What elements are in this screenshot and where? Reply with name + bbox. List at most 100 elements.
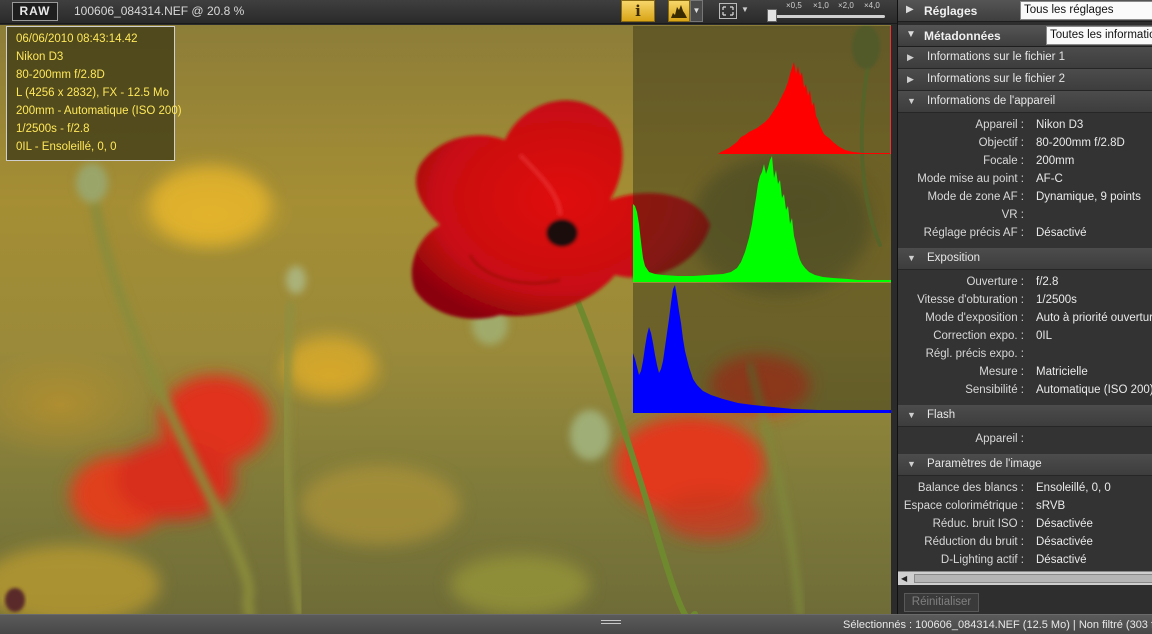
resize-grip-icon[interactable] (601, 620, 621, 628)
zoom-mark: ×1,0 (813, 1, 829, 10)
image-filename: 100606_084314.NEF @ 20.8 % (74, 4, 245, 18)
histogram-blue-plot (633, 285, 891, 413)
info-line-lens: 80-200mm f/2.8D (16, 69, 105, 81)
metadata-group-label: Informations sur le fichier 2 (927, 73, 1066, 85)
metadata-row: Sensibilité : Automatique (ISO 200) (898, 382, 1152, 400)
info-icon: i (635, 2, 641, 20)
metadata-group-header[interactable]: ▶ Informations sur le fichier 1 (898, 47, 1152, 69)
fit-to-screen-button[interactable] (719, 3, 737, 19)
horizontal-scrollbar[interactable]: ◀ (898, 571, 1152, 585)
metadata-row: Mode d'exposition : Auto à priorité ouver… (898, 310, 1152, 328)
histogram-icon (671, 5, 687, 18)
metadata-value: 1/2500s (1036, 294, 1077, 306)
right-panel: ▶ Réglages Tous les réglages ▼ Métadonné… (897, 0, 1152, 614)
histogram-toggle-button[interactable] (668, 0, 690, 22)
reglages-header[interactable]: ▶ Réglages Tous les réglages (898, 0, 1152, 22)
collapsed-triangle-icon: ▶ (906, 4, 914, 15)
status-bar: Sélectionnés : 100606_084314.NEF (12.5 M… (0, 614, 1152, 634)
metadonnees-select[interactable]: Toutes les informations (1046, 26, 1152, 45)
histogram-blue-graph (633, 285, 891, 413)
expanded-triangle-icon: ▼ (907, 253, 916, 263)
metadata-row: Réglage précis AF : Désactivé (898, 225, 1152, 243)
histogram-dropdown-button[interactable]: ▼ (690, 0, 703, 22)
metadata-row: Ouverture : f/2.8 (898, 274, 1152, 292)
metadata-group-header[interactable]: ▼ Exposition (898, 248, 1152, 270)
metadata-group-header[interactable]: ▼ Paramètres de l'image (898, 454, 1152, 476)
metadata-key: Correction expo. : (933, 330, 1024, 342)
metadata-row: Vitesse d'obturation : 1/2500s (898, 292, 1152, 310)
metadata-list: ▶ Informations sur le fichier 1 ▶ Informati… (898, 47, 1152, 571)
metadata-key: Objectif : (978, 137, 1024, 149)
info-line-wb: 0IL - Ensoleillé, 0, 0 (16, 141, 117, 153)
fit-screen-icon (722, 6, 734, 16)
metadata-value: Matricielle (1036, 366, 1088, 378)
image-toolbar: RAW 100606_084314.NEF @ 20.8 % i ▼ ▼ ×0,… (0, 0, 897, 24)
expanded-triangle-icon: ▼ (906, 29, 916, 40)
zoom-mark: ×0,5 (786, 1, 802, 10)
metadata-row: D-Lighting actif : Désactivé (898, 552, 1152, 570)
metadata-row: Mesure : Matricielle (898, 364, 1152, 382)
metadata-value: f/2.8 (1036, 276, 1059, 288)
reglages-select[interactable]: Tous les réglages (1020, 1, 1152, 20)
metadata-key: Appareil : (975, 433, 1024, 445)
metadata-key: Réglage précis AF : (923, 227, 1024, 239)
info-line-exposure: 1/2500s - f/2.8 (16, 123, 90, 135)
metadata-key: Mode d'exposition : (925, 312, 1024, 324)
info-line-date: 06/06/2010 08:43:14.42 (16, 33, 138, 45)
metadata-key: Mode de zone AF : (927, 191, 1024, 203)
metadata-value: Désactivé (1036, 227, 1087, 239)
fit-dropdown-icon[interactable]: ▼ (741, 5, 749, 14)
info-line-size: L (4256 x 2832), FX - 12.5 Mo (16, 87, 169, 99)
zoom-thumb[interactable] (767, 9, 777, 22)
expanded-triangle-icon: ▼ (907, 96, 916, 106)
metadata-key: Focale : (983, 155, 1024, 167)
zoom-scale-labels: ×0,5 ×1,0 ×2,0 ×4,0 (766, 1, 891, 11)
metadata-group-label: Informations de l'appareil (927, 95, 1056, 107)
metadata-row: Balance des blancs : Ensoleillé, 0, 0 (898, 480, 1152, 498)
metadata-row: Réduction du bruit : Désactivée (898, 534, 1152, 552)
scrollbar-thumb[interactable] (914, 574, 1152, 583)
metadata-row: Objectif : 80-200mm f/2.8D (898, 135, 1152, 153)
metadata-value: Automatique (ISO 200) (1036, 384, 1152, 396)
info-line-focal-iso: 200mm - Automatique (ISO 200) (16, 105, 182, 117)
metadata-value: Désactivé (1036, 554, 1087, 566)
metadata-group-label: Flash (927, 409, 956, 421)
metadata-key: Mesure : (979, 366, 1024, 378)
metadata-value: Auto à priorité ouverture (1036, 312, 1152, 324)
metadata-group-header[interactable]: ▼ Flash (898, 405, 1152, 427)
metadata-row: Espace colorimétrique : sRVB (898, 498, 1152, 516)
info-line-camera: Nikon D3 (16, 51, 64, 63)
histogram-green (633, 154, 891, 282)
histogram-blue (633, 283, 891, 413)
metadata-key: VR : (1001, 209, 1024, 221)
zoom-mark: ×2,0 (838, 1, 854, 10)
metadata-row: VR : (898, 207, 1152, 225)
zoom-slider[interactable]: ×0,5 ×1,0 ×2,0 ×4,0 (766, 1, 891, 23)
metadata-group-label: Informations sur le fichier 1 (927, 51, 1066, 63)
metadata-key: Balance des blancs : (917, 482, 1024, 494)
zoom-mark: ×4,0 (864, 1, 880, 10)
metadata-row: Réduc. bruit ISO : Désactivée (898, 516, 1152, 534)
shooting-info-overlay: 06/06/2010 08:43:14.42 Nikon D3 80-200mm… (6, 26, 182, 161)
metadata-value: Dynamique, 9 points (1036, 191, 1141, 203)
info-toggle-button[interactable]: i (621, 0, 655, 22)
metadata-row: Régl. précis expo. : (898, 346, 1152, 364)
metadata-row: Appareil : (898, 431, 1152, 449)
zoom-track[interactable] (772, 15, 885, 18)
reglages-title: Réglages (924, 4, 978, 18)
metadata-key: Sensibilité : (965, 384, 1024, 396)
metadata-group-label: Exposition (927, 252, 981, 264)
expanded-triangle-icon: ▼ (907, 410, 916, 420)
metadata-value: sRVB (1036, 500, 1066, 512)
metadonnees-header[interactable]: ▼ Métadonnées Toutes les informations (898, 25, 1152, 47)
scroll-left-icon[interactable]: ◀ (901, 574, 907, 583)
reset-button[interactable]: Réinitialiser (904, 593, 979, 612)
metadata-row: Appareil : Nikon D3 (898, 117, 1152, 135)
metadata-key: D-Lighting actif : (940, 554, 1024, 566)
metadata-key: Réduc. bruit ISO : (932, 518, 1024, 530)
metadata-group-header[interactable]: ▼ Informations de l'appareil (898, 91, 1152, 113)
metadata-row: Mode mise au point : AF-C (898, 171, 1152, 189)
metadata-group-header[interactable]: ▶ Informations sur le fichier 2 (898, 69, 1152, 91)
expanded-triangle-icon: ▼ (907, 459, 916, 469)
raw-badge[interactable]: RAW (12, 2, 58, 21)
